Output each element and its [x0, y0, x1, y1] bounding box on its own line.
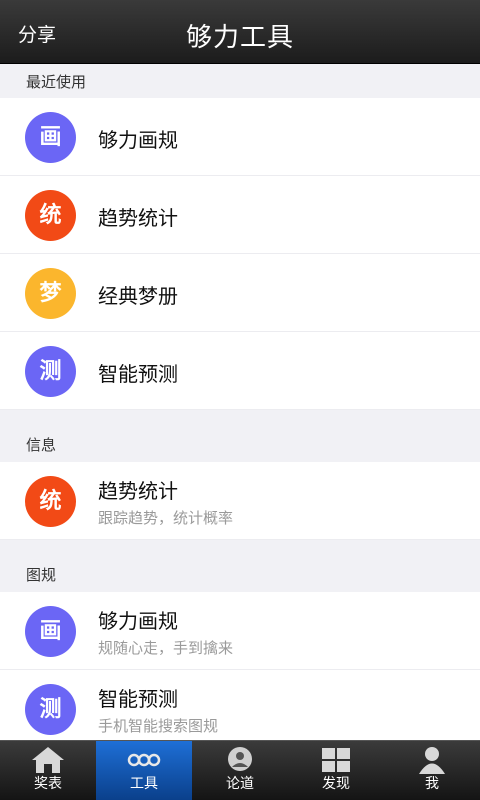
list-item-trend[interactable]: 统 趋势统计 [0, 176, 480, 254]
item-subtitle: 跟踪趋势，统计概率 [98, 509, 234, 527]
tab-discover[interactable]: 发现 [288, 741, 384, 800]
huagui-badge-icon: 画 [25, 112, 76, 163]
section-header-tugui: 图规 [0, 540, 480, 592]
item-subtitle: 规随心走，手到擒来 [98, 639, 234, 657]
list-item-huagui-info[interactable]: 画 够力画规 规随心走，手到擒来 [0, 592, 480, 670]
item-label: 智能预测 [98, 362, 178, 386]
trend-badge-icon: 统 [25, 190, 76, 241]
section-header-info: 信息 [0, 410, 480, 462]
item-label: 趋势统计 [98, 479, 178, 503]
list-item-dream[interactable]: 梦 经典梦册 [0, 254, 480, 332]
list-item-predict[interactable]: 测 智能预测 [0, 332, 480, 410]
item-label: 经典梦册 [98, 284, 178, 308]
tab-label: 奖表 [34, 776, 62, 792]
tab-lundao[interactable]: 论道 [192, 741, 288, 800]
tab-label: 我 [425, 776, 439, 792]
tab-jiangbiao[interactable]: 奖表 [0, 741, 96, 800]
tab-label: 论道 [226, 776, 254, 792]
list-item-trend-info[interactable]: 统 趋势统计 跟踪趋势，统计概率 [0, 462, 480, 540]
bottom-tab-bar: 奖表 工具 论道 发现 我 [0, 740, 480, 800]
tab-label: 工具 [130, 776, 158, 792]
tab-tools[interactable]: 工具 [96, 741, 192, 800]
tab-me[interactable]: 我 [384, 741, 480, 800]
item-label: 够力画规 [98, 609, 178, 633]
predict-badge-icon: 测 [25, 684, 76, 735]
page-title: 够力工具 [185, 23, 294, 53]
predict-badge-icon: 测 [25, 346, 76, 397]
item-label: 趋势统计 [98, 206, 178, 230]
trend-badge-icon: 统 [25, 476, 76, 527]
section-header-recent: 最近使用 [0, 64, 480, 98]
grid-icon [322, 748, 350, 772]
dream-badge-icon: 梦 [25, 268, 76, 319]
huagui-badge-icon: 画 [25, 606, 76, 657]
home-icon [32, 747, 64, 773]
item-subtitle: 手机智能搜索图规 [98, 717, 219, 735]
person-icon [419, 747, 445, 774]
content-list[interactable]: 最近使用 画 够力画规 统 趋势统计 梦 经典梦册 测 智能预测 信息 统 趋势… [0, 64, 480, 740]
list-item-huagui[interactable]: 画 够力画规 [0, 98, 480, 176]
discuss-icon [228, 747, 252, 771]
item-label: 智能预测 [98, 687, 178, 711]
top-bar: 分享 够力工具 [0, 0, 480, 64]
item-label: 够力画规 [98, 128, 178, 152]
tab-label: 发现 [322, 776, 350, 792]
list-item-predict-info[interactable]: 测 智能预测 手机智能搜索图规 [0, 670, 480, 740]
tools-icon [127, 753, 161, 767]
